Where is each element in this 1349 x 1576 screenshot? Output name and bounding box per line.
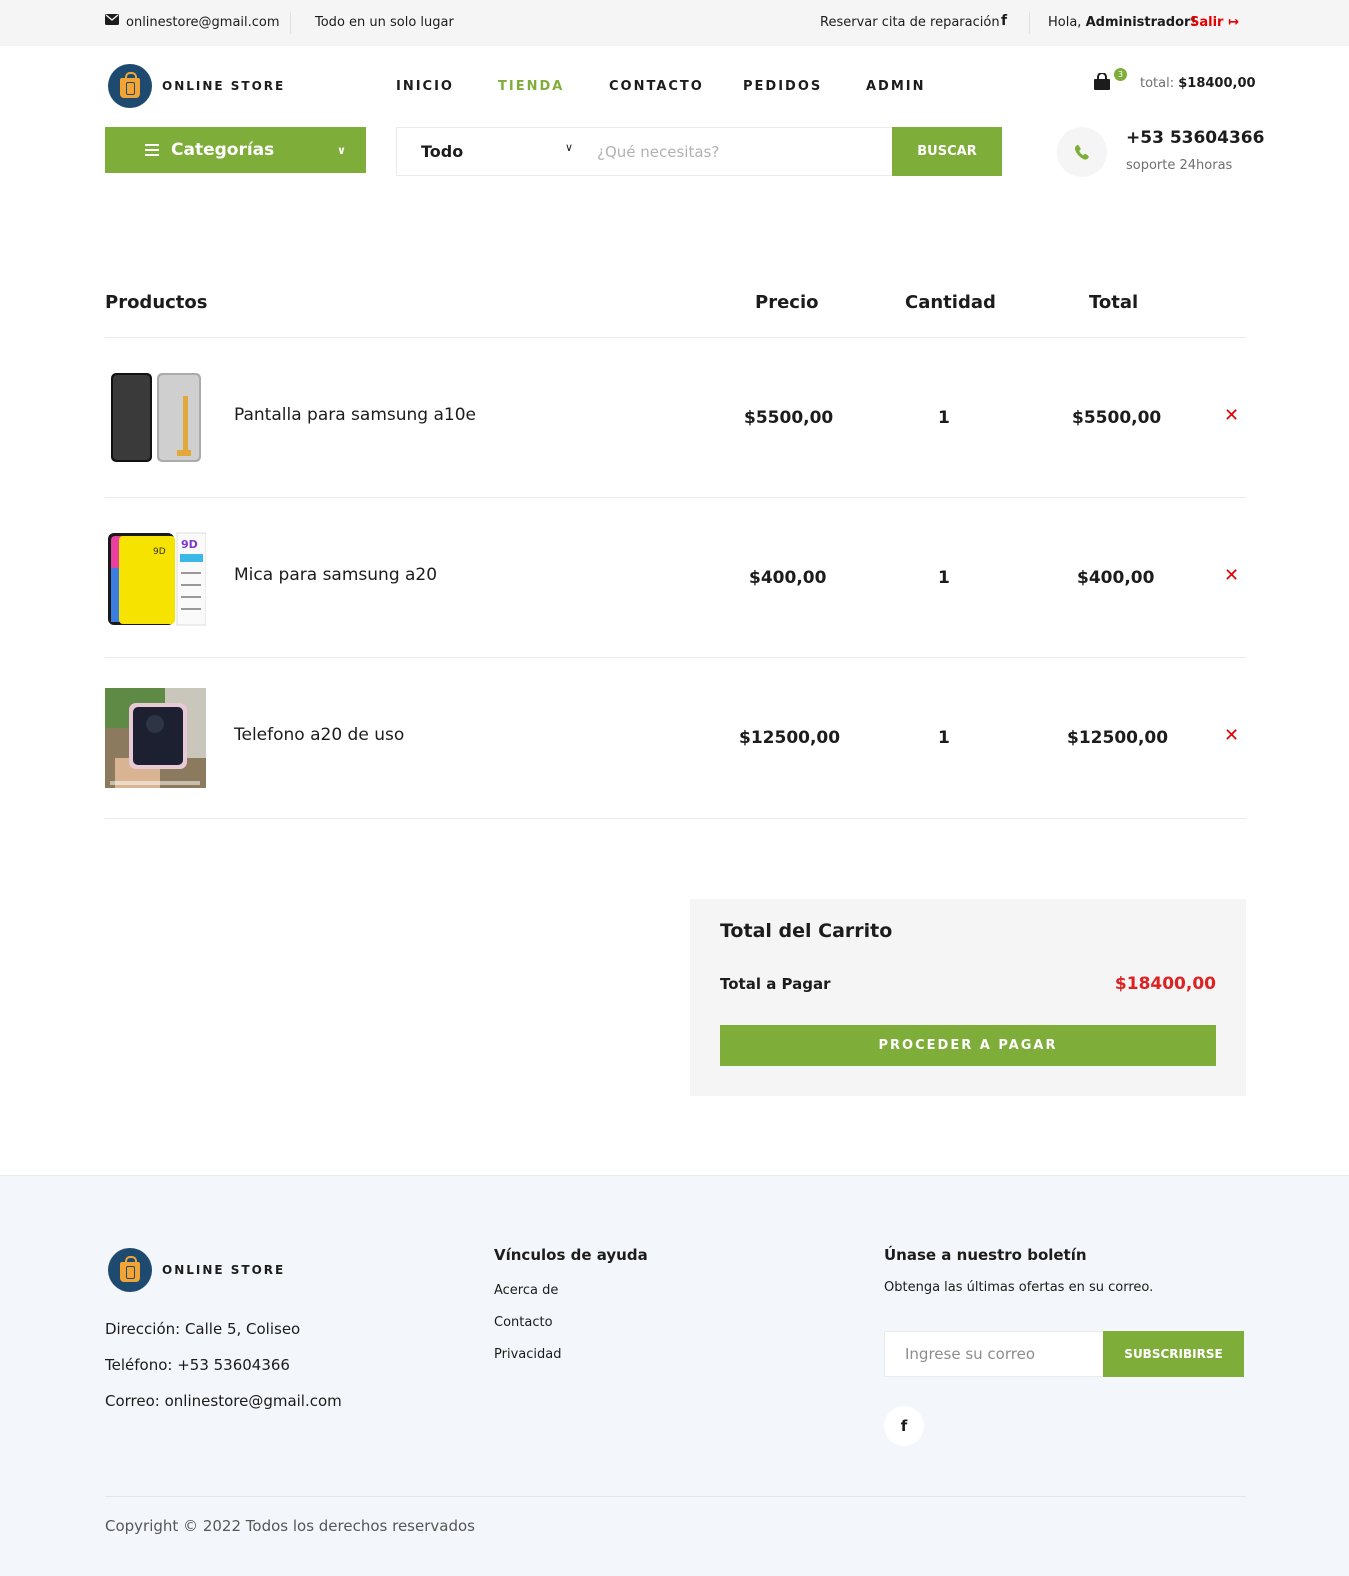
site-logo[interactable]: ONLINE STORE xyxy=(108,64,285,108)
envelope-icon xyxy=(105,14,119,29)
table-divider xyxy=(105,818,1246,819)
nav-contacto[interactable]: CONTACTO xyxy=(609,79,704,94)
newsletter-email-input[interactable] xyxy=(885,1332,1105,1376)
footer-address: Dirección: Calle 5, Coliseo xyxy=(105,1320,301,1338)
shopping-bag-icon[interactable] xyxy=(1093,72,1111,91)
product-quantity: 1 xyxy=(938,728,950,748)
copyright-text: Copyright © 2022 Todos los derechos rese… xyxy=(105,1517,475,1535)
total-to-pay-amount: $18400,00 xyxy=(1114,974,1216,994)
header-price: Precio xyxy=(755,292,819,313)
product-price: $400,00 xyxy=(749,568,827,588)
nav-inicio[interactable]: INICIO xyxy=(396,79,454,94)
header-products: Productos xyxy=(105,292,208,313)
cart-total-value: $18400,00 xyxy=(1178,76,1256,91)
user-name: Administrador! xyxy=(1085,15,1197,30)
logo-bag-icon xyxy=(108,1248,152,1292)
product-total: $5500,00 xyxy=(1072,408,1162,428)
subscribe-button[interactable]: SUBSCRIBIRSE xyxy=(1103,1331,1244,1377)
top-bar: onlinestore@gmail.com Todo en un solo lu… xyxy=(0,0,1349,46)
support-hours: soporte 24horas xyxy=(1126,158,1233,173)
brand-name: ONLINE STORE xyxy=(162,1263,286,1277)
search-category-select[interactable]: Todo xyxy=(421,142,463,161)
logo-bag-icon xyxy=(108,64,152,108)
footer-link-privacy[interactable]: Privacidad xyxy=(494,1347,561,1362)
product-price: $5500,00 xyxy=(744,408,834,428)
remove-item-icon[interactable]: ✕ xyxy=(1224,565,1239,586)
search-button[interactable]: BUSCAR xyxy=(892,127,1002,176)
product-name[interactable]: Pantalla para samsung a10e xyxy=(234,405,476,425)
chevron-down-icon: ∨ xyxy=(565,141,574,154)
support-phone: +53 53604366 xyxy=(1126,128,1265,148)
logout-link[interactable]: Salir ↦ xyxy=(1190,15,1239,30)
svg-text:9D: 9D xyxy=(181,538,198,551)
cart-count-badge: 3 xyxy=(1114,68,1127,81)
nav-admin[interactable]: ADMIN xyxy=(866,79,926,94)
header-total: Total xyxy=(1089,292,1139,313)
nav-pedidos[interactable]: PEDIDOS xyxy=(743,79,822,94)
header-quantity: Cantidad xyxy=(905,292,996,313)
product-total: $12500,00 xyxy=(1067,728,1169,748)
product-quantity: 1 xyxy=(938,408,950,428)
footer-link-contact[interactable]: Contacto xyxy=(494,1315,553,1330)
cart-summary-title: Total del Carrito xyxy=(720,920,893,942)
svg-text:9D: 9D xyxy=(153,547,166,557)
categories-dropdown[interactable]: Categorías ∨ xyxy=(105,127,366,173)
categories-label: Categorías xyxy=(171,140,275,160)
product-image-phone xyxy=(105,688,206,788)
cart-total-label: total: xyxy=(1140,76,1175,91)
table-divider xyxy=(105,337,1246,338)
remove-item-icon[interactable]: ✕ xyxy=(1224,725,1239,746)
newsletter-title: Únase a nuestro boletín xyxy=(884,1246,1087,1264)
user-greeting: Hola, Administrador! xyxy=(1048,15,1196,30)
search-input[interactable] xyxy=(597,128,887,175)
help-links-title: Vínculos de ayuda xyxy=(494,1246,648,1264)
phone-icon xyxy=(1057,127,1107,177)
footer-link-about[interactable]: Acerca de xyxy=(494,1283,558,1298)
footer: ONLINE STORE Dirección: Calle 5, Coliseo… xyxy=(0,1175,1349,1576)
sign-out-icon: ↦ xyxy=(1228,15,1239,30)
facebook-icon[interactable]: f xyxy=(1001,13,1007,29)
menu-icon xyxy=(145,144,159,156)
topbar-divider xyxy=(290,12,291,34)
logout-label: Salir xyxy=(1190,15,1224,30)
search-form: Todo ∨ BUSCAR xyxy=(396,127,1002,176)
brand-name: ONLINE STORE xyxy=(162,79,286,93)
product-name[interactable]: Telefono a20 de uso xyxy=(234,725,404,745)
footer-logo[interactable]: ONLINE STORE xyxy=(108,1248,285,1292)
greeting-text: Hola, xyxy=(1048,15,1082,30)
footer-divider xyxy=(105,1496,1246,1497)
product-image-screen xyxy=(105,368,206,468)
newsletter-text: Obtenga las últimas ofertas en su correo… xyxy=(884,1280,1154,1295)
cart-total: total: $18400,00 xyxy=(1140,76,1256,91)
proceed-to-checkout-button[interactable]: PROCEDER A PAGAR xyxy=(720,1025,1216,1066)
topbar-tagline: Todo en un solo lugar xyxy=(315,15,454,30)
topbar-email: onlinestore@gmail.com xyxy=(126,15,280,30)
table-divider xyxy=(105,497,1246,498)
remove-item-icon[interactable]: ✕ xyxy=(1224,405,1239,426)
total-to-pay-label: Total a Pagar xyxy=(720,975,831,993)
product-price: $12500,00 xyxy=(739,728,841,748)
facebook-icon[interactable]: f xyxy=(884,1406,924,1446)
topbar-divider xyxy=(1029,12,1030,34)
nav-tienda[interactable]: TIENDA xyxy=(498,79,564,94)
footer-phone: Teléfono: +53 53604366 xyxy=(105,1356,290,1374)
product-image-glass: 9D 9D xyxy=(105,528,207,628)
chevron-down-icon: ∨ xyxy=(337,144,346,157)
footer-email: Correo: onlinestore@gmail.com xyxy=(105,1392,342,1410)
table-divider xyxy=(105,657,1246,658)
product-quantity: 1 xyxy=(938,568,950,588)
repair-appointment-link[interactable]: Reservar cita de reparación xyxy=(820,15,1000,30)
product-total: $400,00 xyxy=(1077,568,1155,588)
newsletter-form: SUBSCRIBIRSE xyxy=(884,1331,1244,1377)
cart-summary: Total del Carrito Total a Pagar $18400,0… xyxy=(690,899,1246,1096)
product-name[interactable]: Mica para samsung a20 xyxy=(234,565,437,585)
